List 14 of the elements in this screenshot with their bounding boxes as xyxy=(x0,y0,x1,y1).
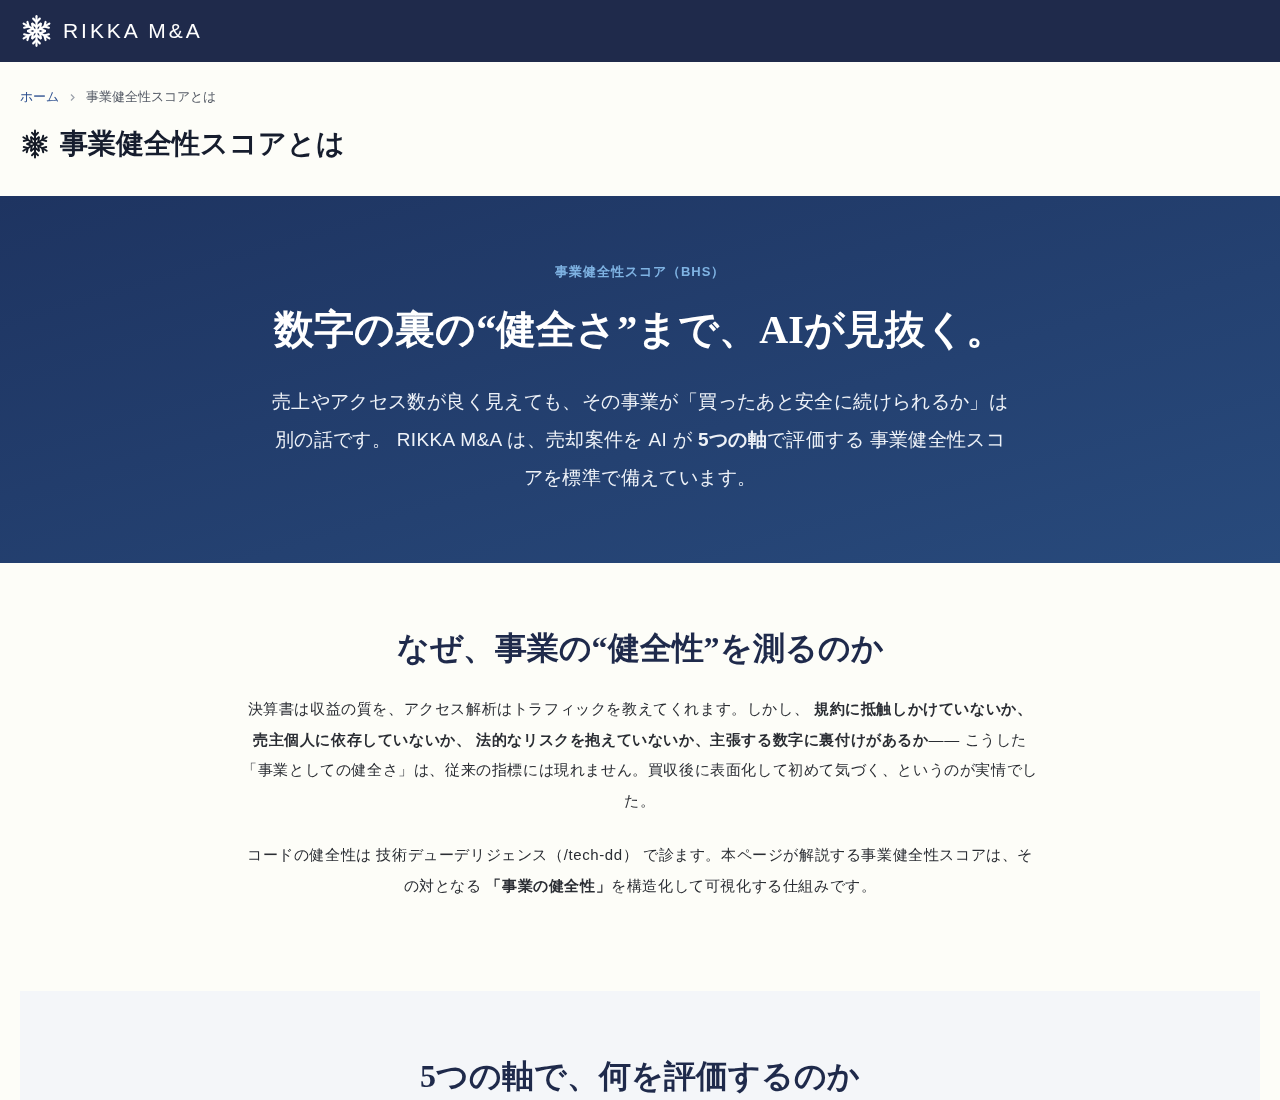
body-paragraph: 決算書は収益の質を、アクセス解析はトラフィックを教えてくれます。しかし、 規約に抵触しかけていないか、売主個人に依存していないか、 法的なリスクを抱えていないか、主張する数字に裏付けがあるか—— こうした「事業としての健全さ」は、従来の指標には現れません。買収後に表面化して初めて気づく、というのが実情でした。 xyxy=(241,699,1039,811)
hero-lead: 売上やアクセス数が良く見えても、その事業が「買ったあと安全に続けられるか」は別の話です。 RIKKA M&A は、売却案件を AI が 5つの軸で評価する 事業健全性スコアを標準で備えています。 xyxy=(270,390,1010,490)
snowflake-logo-icon xyxy=(20,12,53,50)
hero-heading: 数字の裏の“健全さ”まで、AIが見抜く。 xyxy=(274,306,1006,354)
body-paragraph: コードの健全性は 技術デューデリジェンス（/tech-dd） で診ます。本ページが解説する事業健全性スコアは、その対となる 「事業の健全性」を構造化して可視化する仕組みです。 xyxy=(245,845,1035,896)
breadcrumb-current: 事業健全性スコアとは xyxy=(86,88,216,106)
logo-text[interactable]: RIKKA M&A xyxy=(63,15,203,47)
section-heading: なぜ、事業の“健全性”を測るのか xyxy=(396,629,884,668)
page-title: 事業健全性スコアとは xyxy=(60,127,345,161)
chevron-right-icon xyxy=(70,93,75,101)
breadcrumb-link[interactable]: ホーム xyxy=(20,87,59,107)
hero-eyebrow: 事業健全性スコア（BHS） xyxy=(554,264,726,280)
section-heading: 5つの軸で、何を評価するのか xyxy=(420,1057,860,1096)
snowflake-icon xyxy=(20,128,50,160)
